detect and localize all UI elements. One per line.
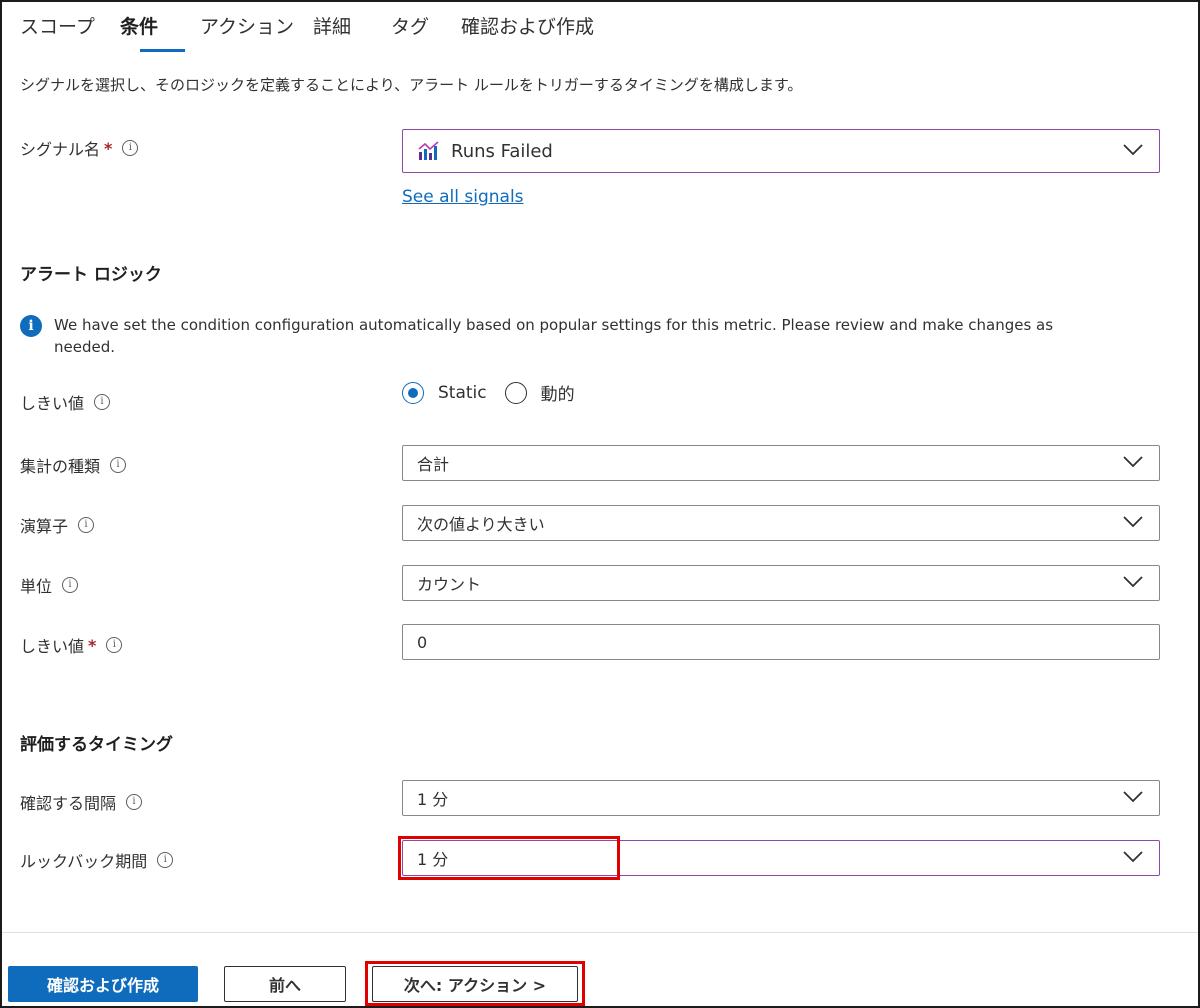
operator-value: 次の値より大きい — [417, 515, 545, 534]
threshold-type-radio-group: Static 動的 — [402, 380, 575, 405]
next-actions-button[interactable]: 次へ: アクション > — [372, 966, 578, 1002]
lookback-label-text: ルックバック期間 — [20, 852, 148, 871]
chevron-down-icon — [1123, 516, 1143, 528]
threshold-value-label-text: しきい値 — [20, 637, 85, 656]
metric-chart-icon — [418, 141, 439, 160]
frequency-label-text: 確認する間隔 — [20, 794, 117, 813]
info-icon[interactable]: i — [157, 852, 174, 868]
aggregation-label: 集計の種類 i — [20, 453, 127, 477]
lookback-label: ルックバック期間 i — [20, 848, 174, 872]
radio-dynamic-label[interactable]: 動的 — [541, 380, 575, 405]
threshold-value-input[interactable] — [402, 624, 1160, 660]
unit-label: 単位 i — [20, 573, 79, 597]
tab-scope[interactable]: スコープ — [20, 12, 95, 39]
signal-value: Runs Failed — [451, 140, 553, 162]
threshold-type-label-text: しきい値 — [20, 394, 85, 413]
frequency-label: 確認する間隔 i — [20, 790, 143, 814]
radio-static[interactable] — [402, 381, 424, 404]
info-icon[interactable]: i — [126, 794, 143, 810]
info-circle-icon: i — [20, 315, 42, 337]
signal-name-label: シグナル名 * i — [20, 136, 139, 160]
unit-dropdown[interactable]: カウント — [402, 565, 1160, 601]
signal-name-label-text: シグナル名 — [20, 140, 101, 159]
info-icon[interactable]: i — [122, 140, 139, 156]
tab-actions[interactable]: アクション — [200, 12, 294, 39]
alert-logic-title: アラート ロジック — [20, 265, 162, 285]
info-icon[interactable]: i — [110, 457, 127, 473]
tab-review-create[interactable]: 確認および作成 — [461, 12, 594, 39]
chevron-down-icon — [1123, 456, 1143, 468]
signal-dropdown[interactable]: Runs Failed — [402, 129, 1160, 173]
tab-tags[interactable]: タグ — [391, 12, 429, 39]
radio-static-label[interactable]: Static — [438, 383, 487, 403]
chevron-down-icon — [1123, 576, 1143, 588]
required-asterisk: * — [88, 635, 97, 655]
unit-value: カウント — [417, 575, 482, 594]
active-tab-indicator — [140, 49, 185, 52]
lookback-value: 1 分 — [417, 850, 449, 869]
chevron-down-icon — [1123, 851, 1143, 863]
required-asterisk: * — [104, 138, 113, 158]
tab-details[interactable]: 詳細 — [313, 12, 351, 39]
aggregation-value: 合計 — [417, 455, 450, 474]
radio-dynamic[interactable] — [504, 381, 527, 404]
info-banner-text: We have set the condition configuration … — [54, 316, 1054, 356]
footer-divider — [2, 932, 1198, 933]
operator-dropdown[interactable]: 次の値より大きい — [402, 505, 1160, 541]
page-description: シグナルを選択し、そのロジックを定義することにより、アラート ルールをトリガーす… — [20, 76, 803, 94]
evaluation-title: 評価するタイミング — [20, 735, 173, 755]
info-icon[interactable]: i — [106, 637, 123, 653]
info-icon[interactable]: i — [62, 577, 79, 593]
info-icon[interactable]: i — [78, 517, 95, 533]
info-icon[interactable]: i — [94, 394, 111, 410]
tab-condition[interactable]: 条件 — [120, 12, 158, 39]
chevron-down-icon — [1123, 144, 1143, 156]
aggregation-dropdown[interactable]: 合計 — [402, 445, 1160, 481]
operator-label: 演算子 i — [20, 513, 95, 537]
frequency-value: 1 分 — [417, 790, 449, 809]
lookback-dropdown[interactable]: 1 分 — [402, 840, 1160, 876]
threshold-value-label: しきい値 * i — [20, 633, 123, 657]
previous-button[interactable]: 前へ — [224, 966, 346, 1002]
aggregation-label-text: 集計の種類 — [20, 457, 101, 476]
chevron-down-icon — [1123, 791, 1143, 803]
unit-label-text: 単位 — [20, 577, 53, 596]
review-create-button[interactable]: 確認および作成 — [8, 966, 198, 1002]
operator-label-text: 演算子 — [20, 517, 69, 536]
threshold-type-label: しきい値 i — [20, 390, 111, 414]
see-all-signals-link[interactable]: See all signals — [402, 187, 524, 207]
frequency-dropdown[interactable]: 1 分 — [402, 780, 1160, 816]
